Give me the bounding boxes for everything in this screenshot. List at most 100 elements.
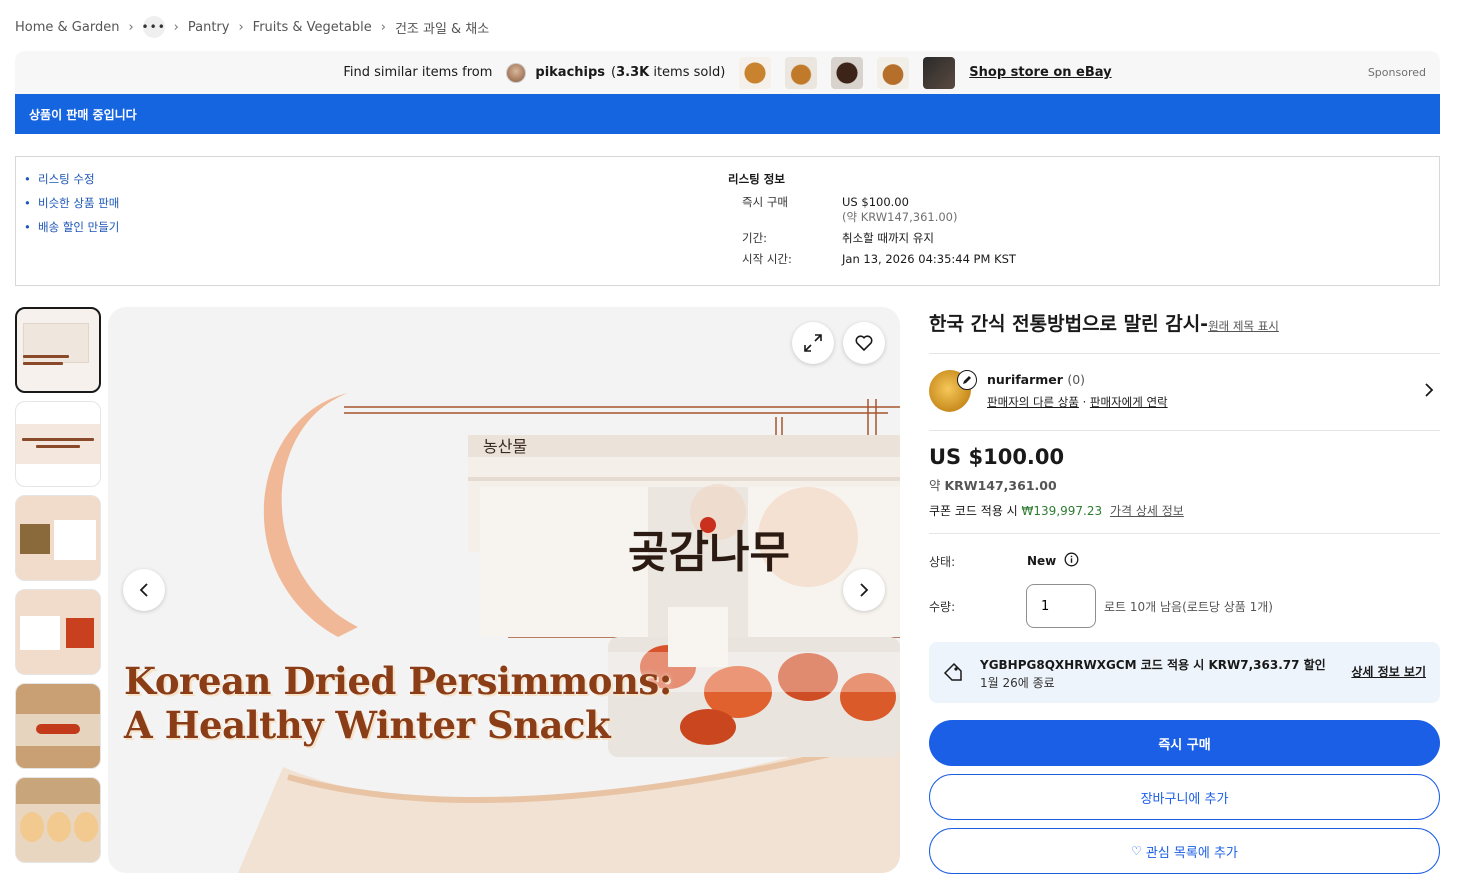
thumb-textbox — [54, 520, 96, 560]
breadcrumb-more-button[interactable]: ••• — [142, 16, 165, 38]
thumbnail-6[interactable] — [15, 777, 101, 863]
thumb-band — [16, 402, 100, 424]
similar-items-label: Find similar items from — [343, 65, 493, 80]
thumb-text — [23, 355, 69, 358]
coupon-tag-icon — [943, 662, 963, 685]
price-details-link[interactable]: 가격 상세 정보 — [1110, 504, 1184, 518]
listing-info: 리스팅 정보 즉시 구매 US $100.00 (약 KRW147,361.00… — [728, 171, 1016, 273]
coupon-price-line: 쿠폰 코드 적용 시 ₩139,997.23 가격 상세 정보 — [929, 504, 1184, 518]
watch-heart-button[interactable] — [843, 322, 885, 364]
duration-value: 취소할 때까지 유지 — [842, 231, 934, 245]
thumb-persimmons — [36, 724, 80, 734]
edit-listing-link[interactable]: 리스팅 수정 — [24, 171, 119, 195]
main-image-gallery[interactable]: 곶감나무 농산물 Korean Dried Persimmons: A Heal… — [108, 307, 900, 873]
thumb-photo — [66, 618, 94, 648]
show-original-title-link[interactable]: 원래 제목 표시 — [1208, 319, 1279, 333]
start-time-value: Jan 13, 2026 04:35:44 PM KST — [842, 252, 1016, 266]
chevron-right-icon — [1425, 383, 1434, 397]
quantity-label: 수량: — [929, 599, 956, 614]
item-title: 한국 간식 전통방법으로 말린 감시-원래 제목 표시 — [929, 311, 1440, 339]
thumb-bubble — [47, 812, 71, 842]
item-title-text: 한국 간식 전통방법으로 말린 감시- — [929, 313, 1209, 335]
chevron-right-icon: › — [380, 19, 386, 35]
seller-links: 판매자의 다른 상품 · 판매자에게 연락 — [987, 394, 1168, 410]
thumb-bubble — [20, 812, 44, 842]
thumbnail-3[interactable] — [15, 495, 101, 581]
thumb-text — [36, 445, 80, 448]
condition-value: New — [1027, 554, 1057, 568]
coupon-promo-box: YGBHPG8QXHRWXGCM 코드 적용 시 KRW7,363.77 할인 … — [929, 642, 1440, 703]
coupon-price: ₩139,997.23 — [1021, 504, 1103, 518]
buy-now-button[interactable]: 즉시 구매 — [929, 720, 1440, 766]
promo-code-text: YGBHPG8QXHRWXGCM 코드 적용 시 KRW7,363.77 할인 — [980, 658, 1326, 672]
breadcrumb-home-garden[interactable]: Home & Garden — [15, 20, 119, 35]
buy-now-price: US $100.00 — [842, 195, 909, 209]
edit-pencil-icon[interactable] — [957, 370, 977, 390]
thumbnail-1[interactable] — [15, 307, 101, 393]
listing-status-banner: 상품이 판매 중입니다 — [15, 94, 1440, 134]
expand-button[interactable] — [792, 322, 834, 364]
similar-item-thumb[interactable] — [739, 56, 772, 89]
sell-similar-link[interactable]: 비슷한 상품 판매 — [24, 195, 119, 219]
promo-end-date: 1월 26에 종료 — [980, 676, 1055, 690]
divider — [929, 430, 1440, 431]
thumb-photo — [20, 524, 50, 554]
breadcrumb-fruits-vegetable[interactable]: Fruits & Vegetable — [253, 20, 372, 35]
thumbnail-4[interactable] — [15, 589, 101, 675]
similar-item-thumb[interactable] — [877, 56, 910, 89]
next-image-button[interactable] — [843, 569, 885, 611]
similar-item-thumb[interactable] — [785, 56, 818, 89]
store-logo[interactable] — [506, 62, 527, 83]
store-name[interactable]: pikachips — [535, 65, 605, 80]
start-time-label: 시작 시간: — [742, 252, 792, 266]
similar-item-thumb[interactable] — [831, 56, 864, 89]
seller-name[interactable]: nurifarmer (0) — [987, 372, 1085, 387]
info-icon[interactable] — [1064, 552, 1079, 570]
seller-card[interactable]: nurifarmer (0) 판매자의 다른 상품 · 판매자에게 연락 — [929, 354, 1440, 430]
brand-mark-text: 곶감나무 — [628, 527, 790, 578]
seller-chevron-button[interactable] — [1424, 382, 1434, 402]
thumb-textbox — [20, 616, 60, 650]
hero-line-2: A Healthy Winter Snack — [124, 703, 611, 747]
thumb-bubble — [74, 812, 98, 842]
buy-now-approx: (약 KRW147,361.00) — [842, 210, 958, 224]
quantity-input[interactable] — [1026, 584, 1096, 628]
thumbnail-5[interactable] — [15, 683, 101, 769]
promo-details-link[interactable]: 상세 정보 보기 — [1351, 663, 1426, 680]
seller-other-items-link[interactable]: 판매자의 다른 상품 — [987, 395, 1079, 409]
divider — [929, 533, 1440, 534]
add-to-watchlist-button[interactable]: ♡ 관심 목록에 추가 — [929, 828, 1440, 874]
contact-seller-link[interactable]: 판매자에게 연락 — [1090, 395, 1168, 409]
item-price-approx: 약 KRW147,361.00 — [929, 478, 1057, 493]
seller-feedback-count: (0) — [1067, 372, 1086, 387]
chevron-right-icon: › — [173, 19, 179, 35]
breadcrumb-dried-fruits[interactable]: 건조 과일 & 채소 — [395, 18, 489, 37]
buy-now-label: 즉시 구매 — [742, 195, 788, 209]
chevron-right-icon: › — [128, 19, 134, 35]
thumbnail-2[interactable] — [15, 401, 101, 487]
svg-text:농산물: 농산물 — [483, 437, 527, 456]
condition-label: 상태: — [929, 554, 956, 569]
item-price: US $100.00 — [929, 445, 1065, 469]
add-to-watchlist-label: 관심 목록에 추가 — [1145, 845, 1238, 861]
expand-icon — [804, 334, 822, 352]
condition-row: 상태: New — [929, 552, 1440, 570]
listing-management-box: 리스팅 수정 비슷한 상품 판매 배송 할인 만들기 리스팅 정보 즉시 구매 … — [15, 156, 1440, 286]
shipping-discount-link[interactable]: 배송 할인 만들기 — [24, 219, 119, 243]
add-to-cart-button[interactable]: 장바구니에 추가 — [929, 774, 1440, 820]
seller-links-dot: · — [1082, 395, 1087, 409]
hero-headline: Korean Dried Persimmons: A Healthy Winte… — [124, 659, 672, 747]
similar-item-thumb[interactable] — [923, 56, 956, 89]
quantity-note: 로트 10개 남음(로트당 상품 1개) — [1104, 599, 1273, 614]
shop-store-link[interactable]: Shop store on eBay — [969, 65, 1111, 80]
previous-image-button[interactable] — [123, 569, 165, 611]
listing-info-title: 리스팅 정보 — [728, 172, 785, 186]
thumb-text — [22, 438, 94, 441]
chevron-right-icon — [860, 583, 869, 597]
breadcrumb-pantry[interactable]: Pantry — [188, 20, 230, 35]
thumb-text — [23, 362, 63, 365]
seller-actions-list: 리스팅 수정 비슷한 상품 판매 배송 할인 만들기 — [24, 171, 119, 243]
thumbnail-list — [15, 307, 101, 871]
item-details: 한국 간식 전통방법으로 말린 감시-원래 제목 표시 nurifarmer (… — [929, 307, 1440, 874]
store-sold-count: (3.3K items sold) — [611, 65, 726, 80]
